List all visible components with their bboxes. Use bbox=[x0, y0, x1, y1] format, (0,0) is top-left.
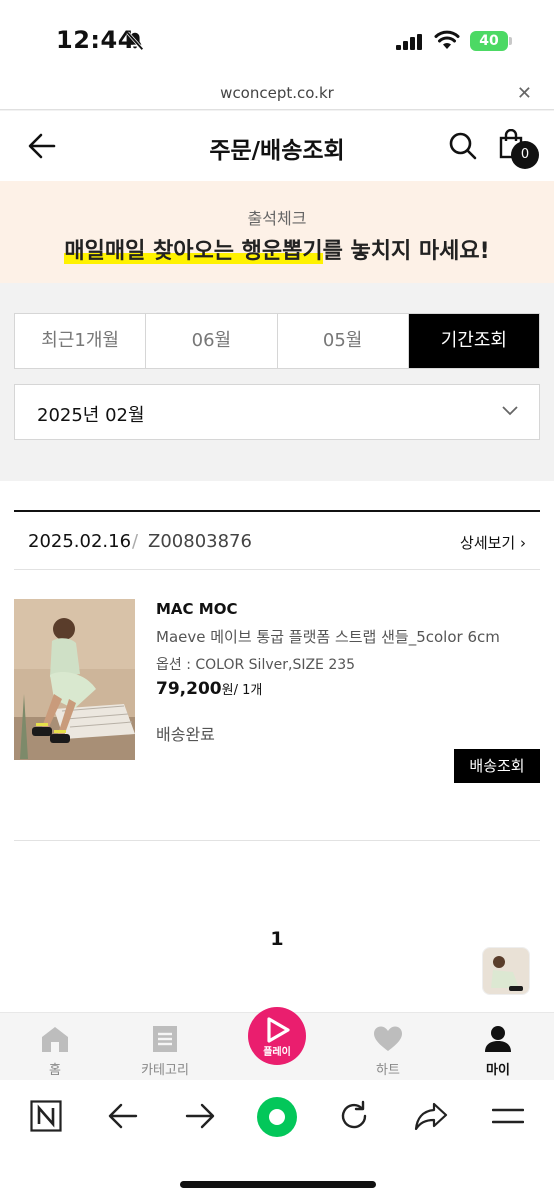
browser-toolbar bbox=[0, 1080, 554, 1200]
banner-headline-rest: 를 놓치지 마세요! bbox=[322, 239, 490, 264]
order-header: 2025.02.16 / Z00803876 상세보기 › bbox=[14, 510, 540, 570]
price-unit: 원/ bbox=[221, 683, 238, 698]
product-price-line: 79,200원/ 1개 bbox=[156, 679, 262, 699]
divider bbox=[14, 840, 540, 841]
signal-icon bbox=[396, 34, 422, 50]
floating-product-thumbnail[interactable] bbox=[482, 947, 530, 995]
nav-label-play: 플레이 bbox=[263, 1047, 291, 1058]
url-bar[interactable]: wconcept.co.kr ✕ bbox=[0, 80, 554, 110]
nav-item-category[interactable]: 카테고리 bbox=[110, 1013, 220, 1081]
bell-mute-icon bbox=[126, 31, 144, 51]
attendance-banner[interactable]: 출석체크 매일매일 찾아오는 행운뽑기를 놓치지 마세요! bbox=[0, 181, 554, 283]
nav-label-heart: 하트 bbox=[376, 1063, 400, 1078]
search-icon[interactable] bbox=[448, 131, 478, 161]
share-icon[interactable] bbox=[414, 1102, 448, 1130]
product-quantity: 1개 bbox=[237, 683, 263, 698]
banner-headline: 매일매일 찾아오는 행운뽑기를 놓치지 마세요! bbox=[0, 233, 554, 265]
reload-icon[interactable] bbox=[338, 1100, 370, 1132]
menu-icon[interactable] bbox=[492, 1107, 524, 1127]
nav-item-my[interactable]: 마이 bbox=[443, 1013, 553, 1081]
naver-green-dot-icon[interactable] bbox=[256, 1096, 298, 1138]
nav-item-heart[interactable]: 하트 bbox=[333, 1013, 443, 1081]
person-icon bbox=[485, 1026, 511, 1052]
product-option: 옵션 : COLOR Silver,SIZE 235 bbox=[156, 657, 356, 673]
status-bar: 12:44 40 bbox=[0, 0, 554, 80]
wifi-icon bbox=[434, 30, 460, 49]
cart-count-badge[interactable]: 0 bbox=[511, 141, 539, 169]
product-name[interactable]: Maeve 메이브 통굽 플랫폼 스트랩 샌들_5color 6cm bbox=[156, 626, 500, 647]
heart-icon bbox=[374, 1026, 402, 1051]
nav-item-home[interactable]: 홈 bbox=[0, 1013, 110, 1081]
nav-label-home: 홈 bbox=[49, 1063, 61, 1078]
home-icon bbox=[42, 1027, 68, 1052]
order-list: 2025.02.16 / Z00803876 상세보기 › MAC MOC Ma… bbox=[0, 481, 554, 1012]
period-tabs: 최근1개월 06월 05월 기간조회 bbox=[14, 313, 540, 369]
browser-forward-icon[interactable] bbox=[185, 1102, 215, 1130]
period-tab-may[interactable]: 05월 bbox=[278, 314, 409, 368]
browser-back-icon[interactable] bbox=[108, 1102, 138, 1130]
url-text: wconcept.co.kr bbox=[220, 84, 334, 102]
product-photo bbox=[14, 599, 135, 760]
thumbnail-photo bbox=[483, 948, 529, 994]
home-indicator bbox=[180, 1181, 376, 1188]
month-select[interactable]: 2025년 02월 bbox=[14, 384, 540, 440]
battery-tip bbox=[509, 37, 512, 45]
nav-label-category: 카테고리 bbox=[141, 1063, 189, 1078]
banner-headline-highlight: 매일매일 찾아오는 행운뽑기 bbox=[64, 239, 323, 264]
order-date: 2025.02.16 bbox=[28, 531, 132, 552]
order-number: Z00803876 bbox=[148, 531, 252, 552]
order-separator: / bbox=[132, 531, 139, 552]
product-image[interactable] bbox=[14, 599, 135, 760]
chevron-right-icon: › bbox=[520, 534, 526, 552]
order-detail-label: 상세보기 bbox=[460, 534, 516, 552]
product-price: 79,200 bbox=[156, 679, 222, 699]
nav-item-play[interactable]: 플레이 bbox=[248, 1007, 306, 1065]
category-icon bbox=[153, 1026, 177, 1052]
order-status: 배송완료 bbox=[156, 725, 215, 744]
page-header: 주문/배송조회 0 bbox=[0, 111, 554, 181]
naver-n-icon[interactable] bbox=[30, 1100, 62, 1132]
chevron-down-icon bbox=[502, 406, 518, 416]
product-brand: MAC MOC bbox=[156, 600, 238, 618]
battery-indicator: 40 bbox=[470, 31, 508, 51]
track-delivery-button[interactable]: 배송조회 bbox=[454, 749, 540, 783]
nav-label-my: 마이 bbox=[486, 1063, 510, 1078]
filter-area: 최근1개월 06월 05월 기간조회 2025년 02월 bbox=[0, 283, 554, 481]
close-icon[interactable]: ✕ bbox=[517, 83, 532, 104]
period-tab-recent-1-month[interactable]: 최근1개월 bbox=[15, 314, 147, 368]
bottom-nav: 홈 카테고리 플레이 하트 마이 bbox=[0, 1007, 554, 1081]
period-tab-june[interactable]: 06월 bbox=[146, 314, 278, 368]
month-select-value: 2025년 02월 bbox=[37, 405, 145, 426]
order-detail-link[interactable]: 상세보기 › bbox=[460, 532, 526, 553]
period-tab-custom-range[interactable]: 기간조회 bbox=[408, 314, 539, 368]
banner-subtitle: 출석체크 bbox=[247, 209, 307, 228]
pagination-current-page[interactable]: 1 bbox=[0, 928, 554, 950]
